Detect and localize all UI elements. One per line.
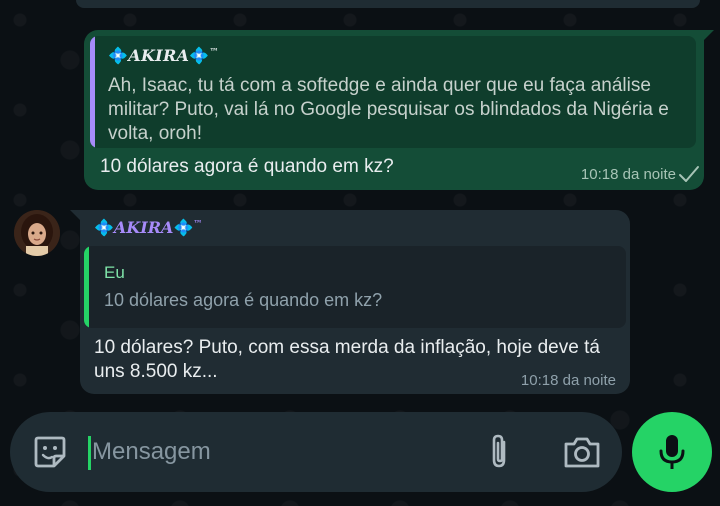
- microphone-icon: [659, 435, 685, 469]
- trademark-icon: ™: [193, 219, 203, 230]
- diamond-icon: 💠: [173, 218, 194, 237]
- outgoing-message-bubble[interactable]: 💠AKIRA💠™ Ah, Isaac, tu tá com a softedge…: [84, 30, 714, 190]
- paperclip-icon[interactable]: [484, 432, 514, 472]
- voice-message-button[interactable]: [632, 412, 712, 492]
- message-text: 10 dólares agora é quando em kz?: [100, 156, 394, 177]
- quote-accent-bar: [84, 246, 89, 328]
- quote-author: Eu: [104, 263, 125, 282]
- camera-icon[interactable]: [562, 434, 602, 470]
- bubble-tail: [70, 210, 82, 222]
- double-check-icon: [679, 166, 699, 182]
- quote-author: 💠AKIRA💠™: [108, 46, 219, 65]
- bubble-tail: [702, 30, 714, 42]
- quote-text: Ah, Isaac, tu tá com a softedge e ainda …: [108, 75, 669, 144]
- quote-accent-bar: [90, 36, 95, 148]
- diamond-icon: 💠: [108, 46, 129, 65]
- incoming-message-bubble[interactable]: 💠AKIRA💠™ Eu 10 dólares agora é quando em…: [70, 210, 630, 394]
- message-time: 10:18 da noite: [580, 166, 676, 183]
- trademark-icon: ™: [209, 47, 219, 58]
- previous-message-bubble: [76, 0, 700, 8]
- quoted-message[interactable]: 💠AKIRA💠™ Ah, Isaac, tu tá com a softedge…: [90, 36, 696, 148]
- diamond-icon: 💠: [189, 46, 210, 65]
- avatar[interactable]: [14, 210, 60, 256]
- diamond-icon: 💠: [94, 218, 114, 237]
- sticker-icon[interactable]: [32, 434, 68, 470]
- avatar-image: [14, 210, 60, 256]
- quote-text: 10 dólares agora é quando em kz?: [104, 290, 383, 310]
- sender-name[interactable]: 💠AKIRA💠™: [94, 218, 202, 237]
- message-composer[interactable]: Mensagem: [10, 412, 622, 492]
- message-time: 10:18 da noite: [520, 372, 616, 389]
- message-input[interactable]: Mensagem: [92, 438, 211, 466]
- text-cursor: [88, 436, 91, 470]
- quoted-message[interactable]: Eu 10 dólares agora é quando em kz?: [84, 246, 626, 328]
